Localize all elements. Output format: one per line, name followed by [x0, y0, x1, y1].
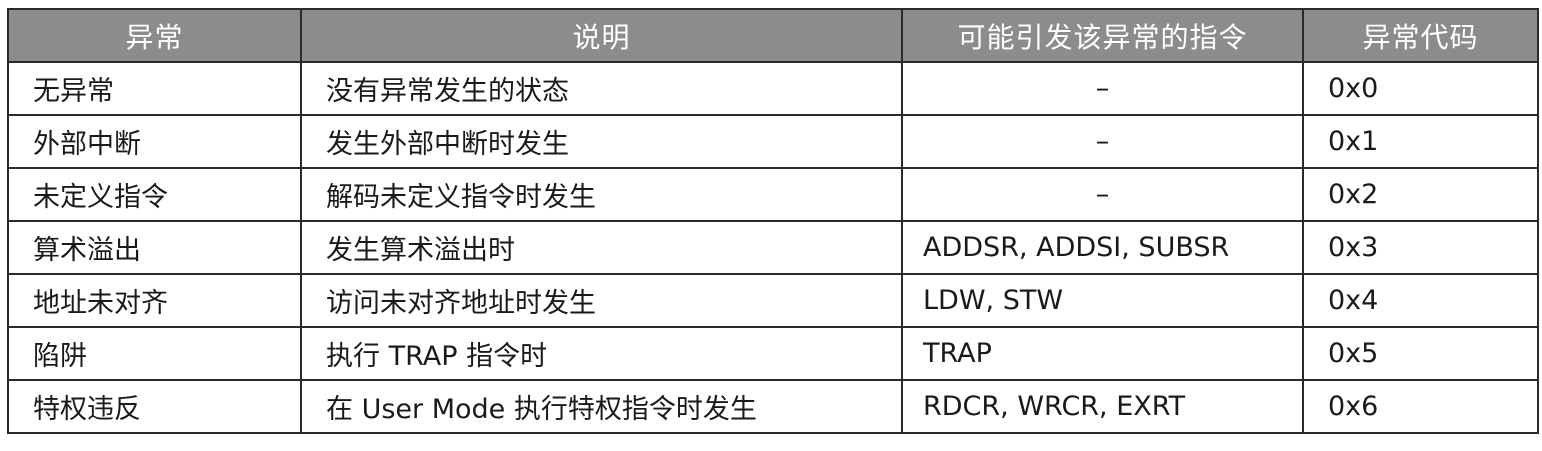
header-description: 说明 — [300, 8, 903, 63]
table-header-row: 异常 说明 可能引发该异常的指令 异常代码 — [7, 8, 1539, 63]
exception-code-cell: 0x3 — [1302, 220, 1539, 275]
table-row: 无异常 没有异常发生的状态 – 0x0 — [7, 61, 1539, 116]
table-row: 外部中断 发生外部中断时发生 – 0x1 — [7, 114, 1539, 169]
description-cell: 没有异常发生的状态 — [300, 61, 903, 116]
table-row: 未定义指令 解码未定义指令时发生 – 0x2 — [7, 167, 1539, 222]
header-exception-code: 异常代码 — [1302, 8, 1539, 63]
instructions-cell: TRAP — [901, 326, 1304, 381]
instructions-cell: LDW, STW — [901, 273, 1304, 328]
table-row: 地址未对齐 访问未对齐地址时发生 LDW, STW 0x4 — [7, 273, 1539, 328]
exception-code-cell: 0x5 — [1302, 326, 1539, 381]
exception-code-cell: 0x2 — [1302, 167, 1539, 222]
exception-table-container: 异常 说明 可能引发该异常的指令 异常代码 无异常 没有异常发生的状态 – 0x… — [7, 8, 1539, 434]
exception-name-cell: 算术溢出 — [7, 220, 302, 275]
exception-code-cell: 0x4 — [1302, 273, 1539, 328]
exception-name-cell: 陷阱 — [7, 326, 302, 381]
table-row: 算术溢出 发生算术溢出时 ADDSR, ADDSI, SUBSR 0x3 — [7, 220, 1539, 275]
description-cell: 执行 TRAP 指令时 — [300, 326, 903, 381]
description-cell: 发生算术溢出时 — [300, 220, 903, 275]
header-instructions: 可能引发该异常的指令 — [901, 8, 1304, 63]
description-cell: 在 User Mode 执行特权指令时发生 — [300, 379, 903, 434]
description-cell: 解码未定义指令时发生 — [300, 167, 903, 222]
exception-code-cell: 0x1 — [1302, 114, 1539, 169]
instructions-cell: RDCR, WRCR, EXRT — [901, 379, 1304, 434]
instructions-cell: ADDSR, ADDSI, SUBSR — [901, 220, 1304, 275]
instructions-cell: – — [901, 114, 1304, 169]
instructions-cell: – — [901, 61, 1304, 116]
header-exception: 异常 — [7, 8, 302, 63]
exception-code-cell: 0x6 — [1302, 379, 1539, 434]
exception-name-cell: 未定义指令 — [7, 167, 302, 222]
description-cell: 发生外部中断时发生 — [300, 114, 903, 169]
exception-name-cell: 地址未对齐 — [7, 273, 302, 328]
exception-name-cell: 无异常 — [7, 61, 302, 116]
table-row: 陷阱 执行 TRAP 指令时 TRAP 0x5 — [7, 326, 1539, 381]
description-cell: 访问未对齐地址时发生 — [300, 273, 903, 328]
exception-code-cell: 0x0 — [1302, 61, 1539, 116]
exception-name-cell: 外部中断 — [7, 114, 302, 169]
table-row: 特权违反 在 User Mode 执行特权指令时发生 RDCR, WRCR, E… — [7, 379, 1539, 434]
instructions-cell: – — [901, 167, 1304, 222]
exception-name-cell: 特权违反 — [7, 379, 302, 434]
exception-table: 异常 说明 可能引发该异常的指令 异常代码 无异常 没有异常发生的状态 – 0x… — [7, 8, 1539, 434]
